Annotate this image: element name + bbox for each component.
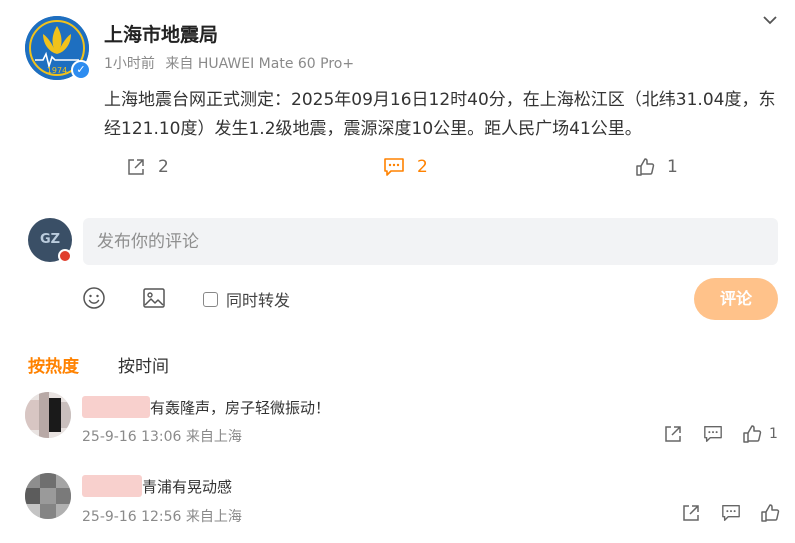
emoji-icon[interactable] — [82, 286, 106, 310]
submit-comment-button[interactable]: 评论 — [694, 278, 778, 320]
chevron-down-icon[interactable] — [760, 10, 780, 30]
comment-like-icon[interactable] — [742, 424, 762, 444]
thumbs-up-icon — [636, 158, 655, 176]
checkbox-box[interactable] — [203, 291, 218, 307]
author-name[interactable]: 上海市地震局 — [104, 20, 218, 47]
commenter-avatar[interactable] — [25, 392, 71, 438]
share-icon — [128, 159, 144, 175]
logo-year-text: 1974 — [47, 66, 67, 75]
comment-icon — [384, 158, 404, 176]
comment-timestamp: 25-9-16 13:06 — [82, 429, 182, 445]
comment-reply-icon[interactable] — [721, 503, 741, 523]
comment-reply-icon[interactable] — [703, 424, 723, 444]
repost-count: 2 — [158, 157, 169, 177]
repost-checkbox-label: 同时转发 — [226, 291, 291, 310]
repost-checkbox[interactable]: 同时转发 — [203, 287, 290, 311]
commenter-name-blurred[interactable] — [82, 475, 142, 497]
comment-location: 来自上海 — [185, 509, 242, 525]
comment-like-count: 1 — [769, 426, 778, 442]
repost-button[interactable]: 2 — [126, 155, 169, 179]
comment-count: 2 — [417, 157, 428, 177]
post-source: 来自 HUAWEI Mate 60 Pro+ — [165, 56, 355, 72]
comment-button[interactable]: 2 — [383, 155, 428, 179]
commenter-name-blurred[interactable] — [82, 396, 150, 418]
post-meta: 1小时前 来自 HUAWEI Mate 60 Pro+ — [104, 53, 354, 73]
comment-location: 来自上海 — [185, 429, 242, 445]
comment-text: 有轰隆声，房子轻微振动！ — [150, 399, 331, 417]
post-body: 上海地震台网正式测定：2025年09月16日12时40分，在上海松江区（北纬31… — [104, 90, 776, 139]
like-button[interactable]: 1 — [635, 155, 678, 179]
comment-text: 青浦有晃动感 — [142, 478, 233, 496]
comment-like-icon[interactable] — [760, 503, 780, 523]
comment-meta: 25-9-16 13:06 来自上海 — [82, 426, 242, 446]
user-badge-icon — [58, 249, 72, 263]
like-count: 1 — [667, 157, 678, 177]
comment-share-icon[interactable] — [663, 424, 683, 444]
comment-share-icon[interactable] — [681, 503, 701, 523]
post-time[interactable]: 1小时前 — [104, 56, 155, 72]
image-icon[interactable] — [142, 286, 166, 310]
comment-meta: 25-9-16 12:56 来自上海 — [82, 506, 242, 526]
tab-hot[interactable]: 按热度 — [28, 352, 79, 377]
verified-badge-icon: ✓ — [71, 60, 91, 80]
tab-time[interactable]: 按时间 — [118, 352, 169, 377]
commenter-avatar[interactable] — [25, 473, 71, 519]
comment-input[interactable] — [83, 218, 778, 265]
comment-timestamp: 25-9-16 12:56 — [82, 509, 182, 525]
